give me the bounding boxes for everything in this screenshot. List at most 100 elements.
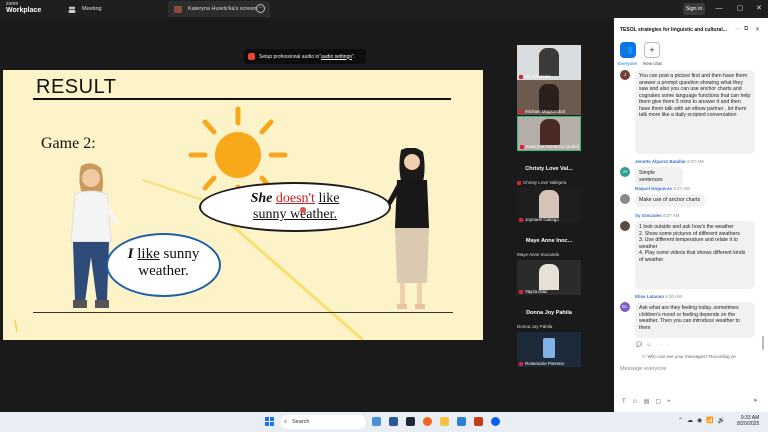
zoom-logo: zoom Workplace <box>6 2 41 15</box>
bubble-she-word3: like <box>318 191 340 206</box>
chat-message: Simple sentences <box>635 167 683 186</box>
people-icon: 👥 <box>623 45 633 54</box>
participant-video <box>539 48 559 76</box>
participant-video <box>539 84 559 112</box>
muted-icon <box>519 361 523 366</box>
speech-bubble-she: She doesn't like sunny weather. <box>199 182 391 232</box>
logo-bottom: Workplace <box>6 7 42 14</box>
cursor-pointer <box>300 207 306 213</box>
chat-sender: Sy Gonzales 9:27 AM <box>635 213 680 218</box>
bubble-i-word2: like <box>137 246 160 262</box>
audio-settings-link[interactable]: audio settings <box>321 54 352 60</box>
tab-meeting-label: Meeting <box>82 6 102 12</box>
taskbar-clock[interactable]: 9:33 AM 8/20/2025 <box>737 415 759 427</box>
taskbar-app-icon[interactable] <box>372 417 381 426</box>
participant-subname: Donna Joy Pahila <box>517 324 553 329</box>
search-icon: ⌕ <box>284 419 288 425</box>
participant-name: Rosemarie Parreno <box>519 361 564 366</box>
participant-heading: Donna Joy Pahila <box>526 310 572 316</box>
tab-shared-screen[interactable]: Kateryna Hurets'ka's screen <box>168 1 270 17</box>
participant-tile[interactable]: Joynarel Gallego <box>517 188 581 223</box>
close-icon[interactable]: ✕ <box>752 3 766 15</box>
chat-message: Make use of anchor charts <box>635 194 705 207</box>
new-chat-button[interactable]: + <box>644 42 660 58</box>
participant-tile[interactable]: Yayza Diaz <box>517 260 581 295</box>
shared-slide: RESULT Game 2: She doesn't like sunny we… <box>3 70 483 340</box>
message-reactions[interactable]: 💬☺··· <box>636 342 672 348</box>
girl-illustration <box>70 163 119 308</box>
bubble-she-line2: sunny weather. <box>253 207 337 222</box>
participant-tile[interactable]: Rosemarie Parreno <box>517 332 581 367</box>
tab-screen-label: Kateryna Hurets'ka's screen <box>188 6 257 12</box>
chat-sender: Elise Lataoan 9:30 AM <box>635 294 682 299</box>
chat-message: 1 look outside and ask how's the weather… <box>635 221 755 289</box>
muted-icon <box>519 109 523 114</box>
message-input[interactable]: Message everyone <box>620 366 760 372</box>
tab-meeting[interactable]: Meeting <box>62 1 167 17</box>
title-bar: zoom Workplace Meeting Kateryna Hurets'k… <box>0 0 768 18</box>
plus-icon: + <box>649 45 655 55</box>
avatar-icon <box>174 5 182 13</box>
word-icon[interactable] <box>389 417 398 426</box>
chat-scrollbar[interactable] <box>762 336 764 350</box>
compose-toolbar[interactable]: T☺▤▢+ <box>622 398 677 405</box>
everyone-chat-button[interactable]: 👥 <box>620 42 636 58</box>
powerpoint-icon[interactable] <box>474 417 483 426</box>
system-tray[interactable]: ⌃☁◉📶🔊 <box>678 417 729 424</box>
participant-subname: Maye Anne Inocando <box>517 252 560 257</box>
bubble-i-line2: weather. <box>138 263 189 279</box>
participant-subname: Christy Love Vallejera <box>517 180 566 185</box>
mic-icon <box>248 53 255 60</box>
muted-icon <box>519 217 523 222</box>
slide-title: RESULT <box>36 76 117 98</box>
maximize-icon[interactable]: ▢ <box>733 3 747 15</box>
sender-avatar: J <box>620 70 630 80</box>
participant-name: Joynarel Gallego <box>519 217 559 222</box>
new-chat-label: New chat <box>643 61 662 66</box>
participant-heading: Maye Anne Inoc... <box>525 238 573 244</box>
file-explorer-icon[interactable] <box>440 417 449 426</box>
chat-sender: Raquel Nogueras 9:27 AM <box>635 186 690 191</box>
bubble-she-word1: She <box>250 191 273 206</box>
participants-panel: Sy Gonzales Michael Magsombol Kateryna H… <box>512 40 586 370</box>
privacy-notice[interactable]: ⚇ Who can see your messages? Recording o… <box>642 354 736 360</box>
speech-bubble-i: I like sunny weather. <box>106 233 221 297</box>
taskbar-app-icon[interactable] <box>457 417 466 426</box>
participant-name: Sy Gonzales <box>519 74 551 79</box>
windows-taskbar: ⌕ Search ⌃☁◉📶🔊 9:33 AM 8/20/2025 <box>0 412 768 432</box>
participant-video <box>540 119 560 145</box>
clock-date: 8/20/2025 <box>737 421 760 427</box>
participant-tile-active[interactable]: Kateryna Hurets'ka (audio) <box>517 116 581 151</box>
chat-message: You can post a picture first and then ha… <box>635 70 755 154</box>
more-icon[interactable]: ··· <box>735 26 741 32</box>
close-chat-icon[interactable]: ✕ <box>755 26 760 33</box>
muted-icon <box>519 289 523 294</box>
woman-illustration <box>385 148 429 309</box>
participant-tile[interactable]: Sy Gonzales <box>517 45 581 80</box>
bottom-rule <box>33 312 453 313</box>
audio-banner-suffix: . <box>353 53 355 60</box>
chat-panel: TESOL strategies for linguistic and cult… <box>614 18 768 412</box>
everyone-label: Everyone <box>618 61 638 66</box>
title-rule <box>33 98 451 100</box>
bubble-she-line1: She doesn't like <box>201 191 389 207</box>
chat-message: Ask what are they feeling today..sometim… <box>635 302 755 338</box>
muted-icon <box>517 180 521 185</box>
send-icon[interactable]: ➤ <box>753 397 758 404</box>
chat-sender: Jenette Alparez Batallar 9:27 AM <box>635 159 704 164</box>
sign-in-button[interactable]: Sign in <box>683 3 705 15</box>
firefox-icon[interactable] <box>423 417 432 426</box>
sender-avatar <box>620 221 630 231</box>
new-tab-icon[interactable]: − <box>256 4 265 13</box>
steam-icon[interactable] <box>406 417 415 426</box>
participant-tile[interactable]: Michael Magsombol <box>517 80 581 115</box>
popout-icon[interactable]: ⧉ <box>744 26 748 33</box>
game-label: Game 2: <box>41 135 96 152</box>
windows-start-icon[interactable] <box>265 417 274 426</box>
people-icon <box>68 6 76 13</box>
zoom-icon[interactable] <box>491 417 500 426</box>
participant-video <box>539 190 559 218</box>
taskbar-search[interactable]: ⌕ Search <box>280 415 366 429</box>
minimize-icon[interactable]: — <box>712 3 726 15</box>
bubble-i-word1: I <box>127 246 134 262</box>
